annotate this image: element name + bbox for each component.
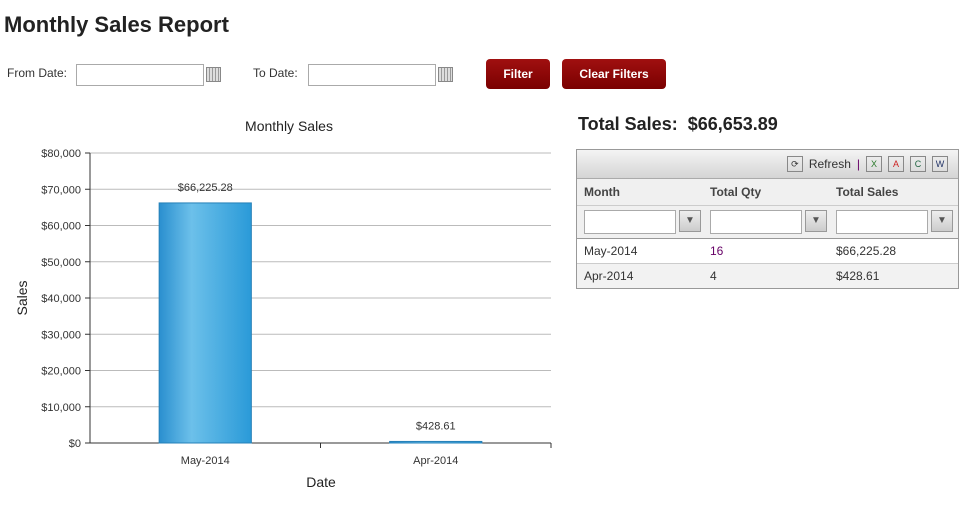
bar	[158, 202, 252, 444]
excel-export-icon[interactable]: X	[866, 156, 882, 172]
qty-filter-input[interactable]	[710, 210, 802, 234]
cell-qty: 4	[710, 269, 717, 283]
grid-toolbar: ⟳ Refresh | X A C W	[577, 150, 958, 179]
y-tick-label: $30,000	[41, 329, 81, 341]
x-axis-title: Date	[306, 474, 336, 490]
cell-sales: $66,225.28	[836, 244, 897, 258]
total-sales: Total Sales: $66,653.89	[578, 114, 778, 135]
x-tick-label: Apr-2014	[413, 455, 458, 467]
cell-month: Apr-2014	[584, 269, 634, 283]
chart-title: Monthly Sales	[245, 118, 333, 134]
clear-filters-button[interactable]: Clear Filters	[562, 59, 666, 89]
table-row[interactable]: May-2014 16 $66,225.28	[577, 239, 958, 264]
y-tick-label: $80,000	[41, 148, 81, 160]
total-sales-label: Total Sales:	[578, 114, 678, 134]
bar	[389, 440, 483, 444]
data-label: $66,225.28	[178, 182, 233, 194]
y-tick-label: $60,000	[41, 221, 81, 233]
table-row[interactable]: Apr-2014 4 $428.61	[577, 264, 958, 288]
column-header-total-qty[interactable]: Total Qty	[703, 185, 829, 199]
y-tick-label: $40,000	[41, 293, 81, 305]
x-tick-label: May-2014	[181, 455, 230, 467]
refresh-icon[interactable]: ⟳	[786, 156, 803, 172]
y-tick-label: $50,000	[41, 257, 81, 269]
sales-filter-input[interactable]	[836, 210, 928, 234]
data-label: $428.61	[416, 420, 456, 432]
y-tick-label: $20,000	[41, 366, 81, 378]
cell-sales: $428.61	[836, 269, 880, 283]
month-filter-input[interactable]	[584, 210, 676, 234]
sales-grid: ⟳ Refresh | X A C W Month Total Qty Tota…	[576, 149, 959, 289]
filter-icon[interactable]: ▼	[805, 210, 827, 232]
y-tick-label: $10,000	[41, 402, 81, 414]
cell-qty: 16	[710, 244, 724, 258]
filter-icon[interactable]: ▼	[931, 210, 953, 232]
y-tick-label: $0	[69, 438, 81, 450]
csv-export-icon[interactable]: C	[910, 156, 926, 172]
total-sales-value: $66,653.89	[687, 114, 778, 134]
grid-header: Month Total Qty Total Sales	[577, 179, 958, 206]
monthly-sales-chart: Monthly Sales Date Sales $0 $10,000 $20,00…	[14, 118, 552, 490]
refresh-button[interactable]: Refresh	[809, 157, 851, 171]
column-header-month[interactable]: Month	[577, 185, 703, 199]
filter-icon[interactable]: ▼	[679, 210, 701, 232]
y-axis-title: Sales	[14, 280, 30, 315]
cell-month: May-2014	[584, 244, 638, 258]
filter-row: ▼ ▼ ▼	[577, 206, 958, 239]
y-tick-label: $70,000	[41, 184, 81, 196]
word-export-icon[interactable]: W	[932, 156, 948, 172]
column-header-total-sales[interactable]: Total Sales	[829, 185, 955, 199]
toolbar-separator: |	[856, 157, 860, 171]
pdf-export-icon[interactable]: A	[888, 156, 904, 172]
